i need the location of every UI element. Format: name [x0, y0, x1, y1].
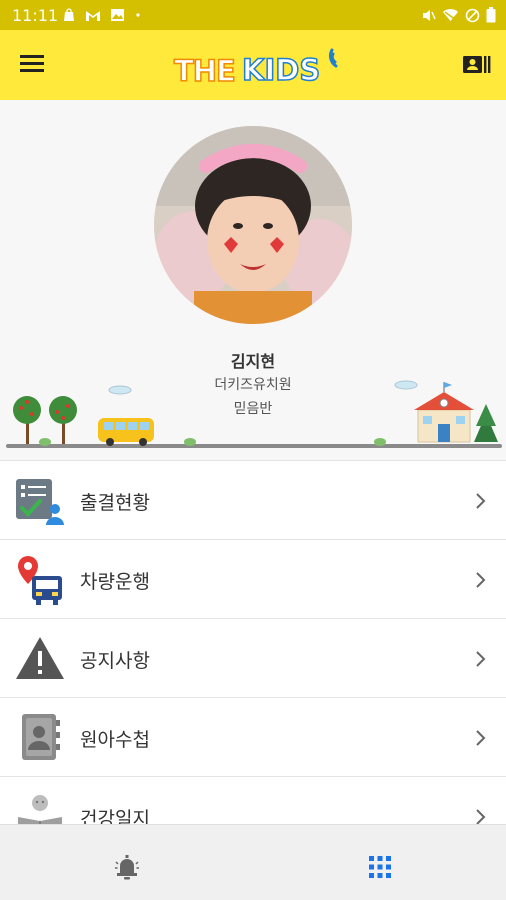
shopping-bag-icon — [64, 8, 74, 21]
grid-icon — [369, 856, 391, 878]
app-bar: THE KIDS — [0, 30, 506, 100]
contact-card-icon — [463, 56, 491, 73]
status-system-icons — [421, 7, 496, 23]
child-name: 김지현 — [230, 352, 276, 371]
contact-card-button[interactable] — [462, 54, 492, 78]
menu-item-label: 출결현황 — [80, 492, 150, 514]
menu-item-contact-book[interactable]: 원아수첩 — [0, 697, 506, 776]
logo-kids-text: KIDS — [241, 52, 321, 88]
menu-item-label: 차량운행 — [80, 571, 150, 593]
chevron-right-icon — [476, 651, 486, 667]
status-time: 11:11 — [12, 6, 59, 25]
menu-grid-tab[interactable] — [368, 855, 392, 879]
bell-icon — [115, 855, 139, 880]
profile-section: 김지현 더키즈유치원 믿음반 — [0, 100, 506, 460]
class-name: 믿음반 — [233, 401, 273, 417]
menu-item-label: 원아수첩 — [80, 729, 150, 751]
mute-icon — [423, 9, 436, 21]
signal-waves-icon — [328, 48, 338, 68]
logo-the-text: THE — [173, 53, 236, 89]
school-name: 더키즈유치원 — [214, 377, 292, 393]
main-menu-list: 출결현황 차량운행 공지사항 원아수첩 건강일지 — [0, 460, 506, 824]
health-diary-icon — [18, 795, 62, 824]
menu-item-notice[interactable]: 공지사항 — [0, 618, 506, 697]
menu-item-label: 공지사항 — [80, 650, 150, 672]
warning-notice-icon — [16, 637, 64, 679]
notifications-tab[interactable] — [113, 853, 141, 881]
contact-book-icon — [22, 714, 60, 760]
hamburger-line — [20, 62, 44, 65]
menu-item-label: 건강일지 — [80, 808, 150, 824]
menu-item-health-diary[interactable]: 건강일지 — [0, 776, 506, 824]
menu-item-attendance[interactable]: 출결현황 — [0, 460, 506, 539]
gmail-icon — [86, 10, 100, 21]
hamburger-line — [20, 69, 44, 72]
chevron-right-icon — [476, 809, 486, 824]
status-bar: 11:11 — [0, 0, 506, 30]
image-icon — [111, 9, 124, 21]
chevron-right-icon — [476, 572, 486, 588]
block-icon — [465, 8, 480, 22]
wifi-icon — [443, 9, 458, 21]
child-photo — [154, 126, 352, 324]
status-notification-icons — [62, 8, 142, 22]
hamburger-menu-button[interactable] — [20, 52, 50, 78]
bus-location-icon — [18, 556, 62, 605]
menu-item-bus[interactable]: 차량운행 — [0, 539, 506, 618]
hamburger-menu-icon — [20, 55, 44, 58]
attendance-icon — [16, 479, 64, 525]
app-logo: THE KIDS — [172, 42, 352, 92]
profile-avatar[interactable] — [154, 126, 352, 324]
battery-icon — [486, 7, 496, 23]
chevron-right-icon — [476, 493, 486, 509]
dot-icon — [136, 13, 140, 17]
bottom-navigation — [0, 824, 506, 900]
chevron-right-icon — [476, 730, 486, 746]
